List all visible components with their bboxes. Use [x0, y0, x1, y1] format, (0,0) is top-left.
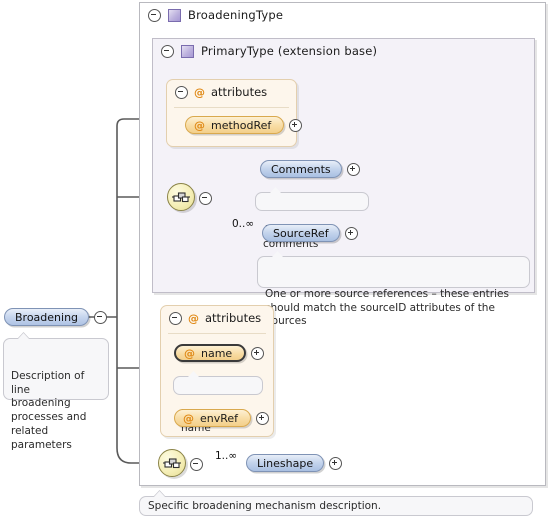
primary-attributes-label: attributes: [211, 85, 268, 99]
attribute-row-envref: @ envRef: [174, 409, 270, 427]
primary-attributes-header: @ attributes: [175, 85, 267, 99]
attribute-icon: @: [194, 118, 205, 132]
expand-toggle-methodref[interactable]: [289, 118, 303, 132]
divider: [168, 333, 266, 334]
sequence-icon: [172, 192, 190, 203]
divider: [174, 107, 289, 108]
primarytype-header: PrimaryType (extension base): [161, 44, 377, 58]
element-row-broadening: Broadening: [4, 308, 108, 326]
complex-type-icon: [181, 44, 194, 58]
broadening-attributes-header: @ attributes: [169, 311, 261, 325]
broadening-attributes-label: attributes: [205, 311, 262, 325]
collapse-toggle-broadening-sequence[interactable]: [190, 458, 203, 471]
collapse-toggle-primarytype[interactable]: [161, 44, 174, 58]
element-row-sourceref: SourceRef: [262, 224, 358, 242]
attribute-icon: @: [184, 346, 195, 360]
attribute-icon: @: [183, 411, 194, 425]
attribute-pill-envref[interactable]: @ envRef: [174, 409, 252, 427]
sequence-compositor-broadening[interactable]: [158, 449, 186, 477]
attribute-group-broadening-attributes: @ attributes @ name Broadening name @ en…: [160, 305, 274, 437]
element-pill-broadening[interactable]: Broadening: [4, 308, 90, 326]
documentation-comments: Arbitrary comments: [255, 186, 369, 250]
attribute-group-primary-attributes: @ attributes @ methodRef: [166, 79, 303, 147]
sequence-icon: [163, 458, 181, 469]
element-row-lineshape: Lineshape: [246, 454, 343, 472]
attribute-name: envRef: [200, 411, 239, 425]
attribute-name: name: [201, 346, 233, 360]
broadeningtype-header: BroadeningType: [148, 8, 283, 22]
element-pill-lineshape[interactable]: Lineshape: [246, 454, 325, 472]
expand-toggle-sourceref[interactable]: [344, 226, 358, 240]
collapse-toggle-broadening-attributes[interactable]: [169, 311, 182, 325]
attribute-name: methodRef: [211, 118, 272, 132]
attribute-icon: @: [188, 311, 199, 325]
expand-toggle-envref[interactable]: [256, 411, 270, 425]
element-pill-sourceref[interactable]: SourceRef: [262, 224, 340, 242]
attribute-icon: @: [194, 85, 205, 99]
documentation-text: Description of line broadening processes…: [11, 369, 87, 452]
element-name: SourceRef: [273, 226, 329, 240]
broadeningtype-label: BroadeningType: [188, 8, 284, 22]
attribute-row-name: @ name: [174, 344, 265, 362]
documentation-name: Broadening name: [173, 370, 263, 434]
complex-type-icon: [168, 8, 181, 22]
documentation-sourceref: One or more source references – these en…: [257, 250, 530, 327]
expand-toggle-lineshape[interactable]: [329, 456, 343, 470]
collapse-toggle-broadeningtype[interactable]: [148, 8, 161, 22]
attribute-pill-methodref[interactable]: @ methodRef: [185, 116, 285, 134]
expand-toggle-comments[interactable]: [346, 162, 360, 176]
collapse-toggle-broadening[interactable]: [94, 310, 108, 324]
element-pill-comments[interactable]: Comments: [260, 160, 342, 178]
element-name: Broadening: [15, 310, 79, 324]
element-name: Comments: [271, 162, 331, 176]
collapse-toggle-primary-sequence[interactable]: [199, 192, 212, 205]
expand-toggle-name[interactable]: [251, 346, 265, 360]
element-row-comments: Comments: [260, 160, 360, 178]
cardinality-lineshape: 1..∞: [215, 450, 238, 462]
sequence-compositor-primary[interactable]: [167, 183, 195, 211]
collapse-toggle-primary-attributes[interactable]: [175, 85, 188, 99]
cardinality-sourceref: 0..∞: [232, 218, 255, 230]
primarytype-label: PrimaryType (extension base): [201, 44, 378, 58]
schema-diagram-canvas: BroadeningType PrimaryType (extension ba…: [0, 0, 552, 521]
attribute-row-methodref: @ methodRef: [185, 116, 303, 134]
documentation-broadening: Description of line broadening processes…: [3, 332, 109, 451]
attribute-pill-name[interactable]: @ name: [174, 344, 247, 362]
element-name: Lineshape: [257, 456, 314, 470]
diagram-caption: Specific broadening mechanism descriptio…: [139, 490, 533, 516]
caption-text: Specific broadening mechanism descriptio…: [148, 500, 382, 512]
